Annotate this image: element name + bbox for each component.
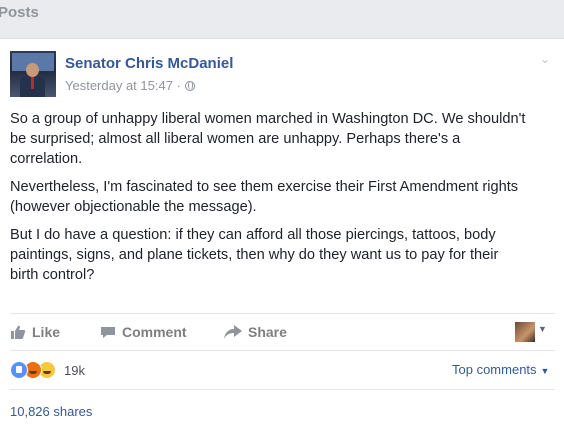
like-label: Like: [32, 324, 61, 340]
post-card: Senator Chris McDaniel Yesterday at 15:4…: [0, 38, 564, 424]
caret-down-icon[interactable]: ▼: [538, 324, 547, 334]
author-avatar[interactable]: [10, 51, 56, 97]
post-paragraph: So a group of unhappy liberal women marc…: [10, 111, 526, 167]
reaction-count: 19k: [64, 362, 85, 378]
share-arrow-icon: [224, 325, 242, 339]
shares-count-link[interactable]: 10,826 shares: [10, 404, 92, 419]
viewer-avatar[interactable]: [515, 322, 535, 342]
share-label: Share: [248, 324, 287, 340]
divider: [10, 389, 555, 390]
avatar-figure-tie: [31, 77, 34, 89]
comment-label: Comment: [122, 324, 187, 340]
like-reaction-icon: [10, 361, 28, 379]
top-comments-label: Top comments: [452, 362, 537, 377]
comment-icon: [101, 326, 115, 338]
globe-icon[interactable]: [184, 80, 195, 91]
avatar-figure-head: [26, 63, 39, 77]
section-header: Posts: [0, 0, 564, 34]
top-comments-selector[interactable]: Top comments ▼: [452, 362, 549, 377]
post-paragraph: Nevertheless, I'm fascinated to see them…: [10, 179, 519, 215]
share-button[interactable]: Share: [224, 324, 287, 340]
post-paragraph: But I do have a question: if they can af…: [10, 227, 499, 283]
caret-down-icon: ▼: [540, 366, 550, 376]
post-timestamp[interactable]: Yesterday at 15:47 ·: [65, 78, 181, 93]
action-bar: Like Comment Share ▼: [10, 313, 555, 351]
comment-button[interactable]: Comment: [100, 324, 187, 340]
post-body: So a group of unhappy liberal women marc…: [10, 109, 530, 293]
post-meta: Yesterday at 15:47 ·: [65, 78, 195, 93]
thumbs-up-icon: [11, 325, 26, 339]
author-name-link[interactable]: Senator Chris McDaniel: [65, 55, 233, 72]
like-button[interactable]: Like: [10, 324, 60, 340]
chevron-down-icon[interactable]: ⌄: [540, 53, 550, 65]
section-title: Posts: [0, 4, 39, 21]
reactions-summary[interactable]: 19k: [10, 361, 85, 379]
